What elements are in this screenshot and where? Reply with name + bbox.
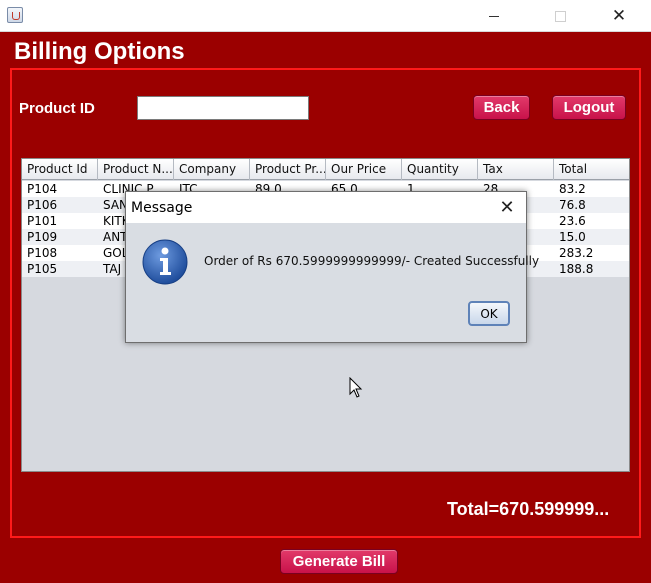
maximize-icon [554, 10, 566, 22]
table-cell: 83.2 [559, 182, 586, 196]
table-cell: 283.2 [559, 246, 594, 260]
table-cell: P104 [27, 182, 58, 196]
total-amount: Total=670.599999... [447, 499, 610, 519]
table-cell: 23.6 [559, 214, 586, 228]
window-close-button[interactable]: ✕ [596, 0, 642, 32]
column-header[interactable]: Product Id [22, 159, 98, 180]
table-cell: 15.0 [559, 230, 586, 244]
dialog-message: Order of Rs 670.5999999999999/- Created … [204, 254, 540, 268]
dialog-close-button[interactable]: ✕ [492, 194, 522, 221]
table-cell: P109 [27, 230, 58, 244]
column-header[interactable]: Total [554, 159, 629, 180]
info-icon [142, 239, 188, 285]
column-header[interactable]: Our Price [326, 159, 402, 180]
logout-button[interactable]: Logout [552, 95, 626, 120]
java-app-icon [7, 7, 23, 23]
minimize-button[interactable] [471, 0, 517, 32]
message-dialog: Message ✕ Order of Rs 670.5999999999999/… [125, 191, 539, 343]
page-title: Billing Options [14, 38, 185, 65]
table-cell: 188.8 [559, 262, 594, 276]
table-cell: 76.8 [559, 198, 586, 212]
table-cell: P105 [27, 262, 58, 276]
dialog-titlebar: Message ✕ [126, 192, 526, 223]
ok-button[interactable]: OK [468, 301, 510, 326]
window-titlebar: ✕ [0, 0, 651, 32]
table-cell: P108 [27, 246, 58, 260]
mouse-pointer-icon [349, 377, 363, 398]
column-header[interactable]: Product N... [98, 159, 174, 180]
close-icon: ✕ [499, 197, 515, 218]
maximize-button[interactable] [537, 0, 583, 32]
table-cell: P106 [27, 198, 58, 212]
dialog-title: Message [131, 200, 193, 216]
product-id-label: Product ID [19, 100, 95, 117]
minimize-icon [489, 15, 499, 17]
table-header: Product Id Product N... Company Product … [22, 159, 629, 180]
column-header[interactable]: Tax [478, 159, 554, 180]
column-header[interactable]: Quantity [402, 159, 478, 180]
back-button[interactable]: Back [473, 95, 530, 120]
generate-bill-button[interactable]: Generate Bill [280, 549, 398, 574]
column-header[interactable]: Company [174, 159, 250, 180]
close-icon: ✕ [611, 6, 627, 26]
product-id-input[interactable] [137, 96, 309, 120]
table-cell: P101 [27, 214, 58, 228]
column-header[interactable]: Product Pr... [250, 159, 326, 180]
